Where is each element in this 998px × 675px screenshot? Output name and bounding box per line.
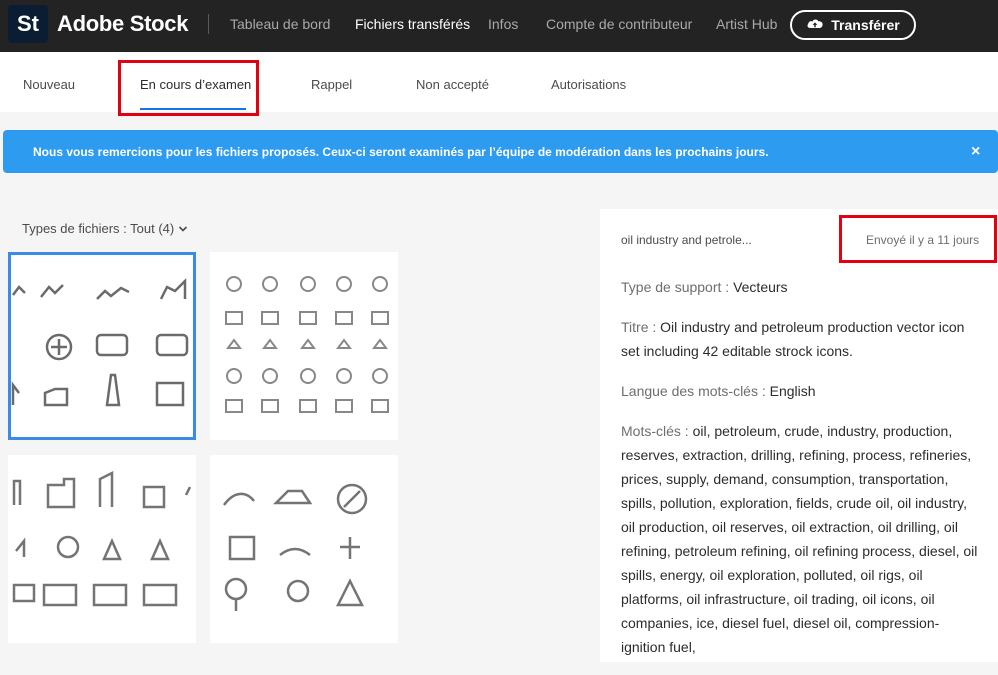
top-bar: St Adobe Stock Tableau de bord Fichiers … <box>0 0 998 52</box>
file-metadata: Type de support : Vecteurs Titre : Oil i… <box>621 275 981 675</box>
chevron-down-icon <box>178 221 188 236</box>
language-value: English <box>769 383 816 399</box>
icon-set-preview-image <box>11 277 189 407</box>
file-thumbnail-4[interactable] <box>210 455 398 643</box>
icon-set-preview-image <box>222 483 368 611</box>
file-details-panel: oil industry and petrole... Envoyé il y … <box>600 209 998 662</box>
brand-divider <box>208 14 209 34</box>
keywords-row: Mots-clés : oil, petroleum, crude, indus… <box>621 419 981 659</box>
icon-set-preview-image <box>225 276 389 413</box>
media-type-value: Vecteurs <box>733 279 788 295</box>
nav-artist-hub[interactable]: Artist Hub <box>716 16 777 32</box>
file-type-filter[interactable]: Types de fichiers : Tout (4) <box>22 221 188 236</box>
media-type-label: Type de support : <box>621 279 734 295</box>
keywords-label: Mots-clés : <box>621 423 693 439</box>
nav-dashboard[interactable]: Tableau de bord <box>230 16 330 32</box>
tab-reminder[interactable]: Rappel <box>311 77 352 92</box>
highlight-box-sent <box>839 215 997 263</box>
info-banner: Nous vous remercions pour les fichiers p… <box>3 130 998 173</box>
file-type-filter-label: Types de fichiers : Tout (4) <box>22 221 175 236</box>
adobe-stock-logo[interactable]: St <box>8 5 48 43</box>
title-row: Titre : Oil industry and petroleum produ… <box>621 315 981 363</box>
upload-button[interactable]: Transférer <box>790 10 916 40</box>
nav-info[interactable]: Infos <box>488 16 518 32</box>
title-value: Oil industry and petroleum production ve… <box>621 319 965 359</box>
brand-name[interactable]: Adobe Stock <box>57 11 188 37</box>
nav-contributor-account[interactable]: Compte de contributeur <box>546 16 692 32</box>
cloud-upload-icon <box>806 16 824 34</box>
media-type-row: Type de support : Vecteurs <box>621 275 981 299</box>
highlight-box-tab <box>118 60 259 116</box>
nav-uploaded-files[interactable]: Fichiers transférés <box>355 16 470 32</box>
tab-new[interactable]: Nouveau <box>23 77 75 92</box>
upload-button-label: Transférer <box>831 17 900 33</box>
file-name: oil industry and petrole... <box>621 233 752 247</box>
file-thumbnail-1[interactable] <box>8 252 196 440</box>
file-thumbnail-2[interactable] <box>210 252 398 440</box>
language-row: Langue des mots-clés : English <box>621 379 981 403</box>
icon-set-preview-image <box>12 470 192 607</box>
tab-releases[interactable]: Autorisations <box>551 77 626 92</box>
banner-message: Nous vous remercions pour les fichiers p… <box>33 145 769 159</box>
file-thumbnail-3[interactable] <box>8 455 196 643</box>
close-icon[interactable]: × <box>971 143 980 161</box>
title-label: Titre : <box>621 319 661 335</box>
language-label: Langue des mots-clés : <box>621 383 770 399</box>
tab-not-accepted[interactable]: Non accepté <box>416 77 489 92</box>
keywords-value: oil, petroleum, crude, industry, product… <box>621 423 978 655</box>
